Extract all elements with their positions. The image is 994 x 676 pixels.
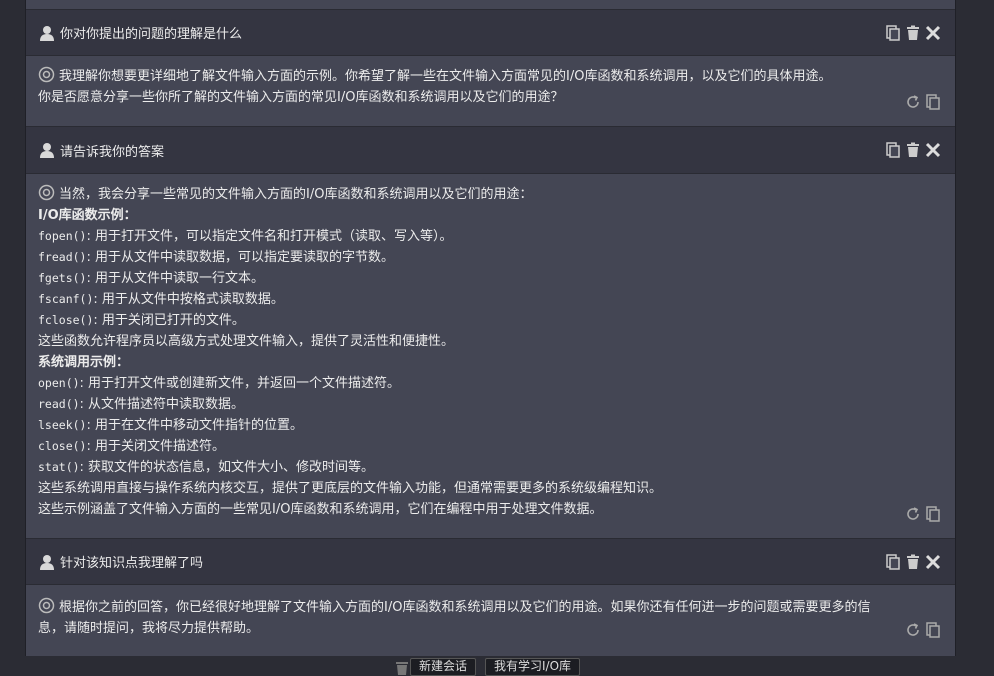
message-line: close(): 用于关闭文件描述符。	[38, 439, 225, 454]
function-name: open()	[38, 376, 80, 390]
message-line: fscanf(): 用于从文件中按格式读取数据。	[38, 292, 284, 307]
user-message-actions	[885, 553, 941, 570]
message-line: lseek(): 用于在文件中移动文件指针的位置。	[38, 418, 303, 433]
assistant-logo-icon	[38, 184, 55, 201]
message-line: 我理解你想要更详细地了解文件输入方面的示例。你希望了解一些在文件输入方面常见的I…	[38, 66, 941, 87]
assistant-message-actions	[905, 506, 941, 522]
message-line: fopen(): 用于打开文件，可以指定文件名和打开模式（读取、写入等）。	[38, 229, 453, 244]
function-name: fgets()	[38, 271, 87, 285]
assistant-logo-icon	[38, 597, 55, 614]
message-line: read(): 从文件描述符中读取数据。	[38, 397, 245, 412]
message-line: 当然，我会分享一些常见的文件输入方面的I/O库函数和系统调用以及它们的用途：	[38, 184, 941, 205]
trash-icon[interactable]	[394, 660, 410, 676]
function-name: close()	[38, 439, 87, 453]
message-line: 这些示例涵盖了文件输入方面的一些常见I/O库函数和系统调用，它们在编程中用于处理…	[38, 502, 603, 517]
copy-icon[interactable]	[885, 142, 901, 158]
previous-message-edge	[26, 0, 955, 10]
message-line: 你是否愿意分享一些你所了解的文件输入方面的常见I/O库函数和系统调用以及它们的用…	[38, 90, 564, 105]
message-line: fclose(): 用于关闭已打开的文件。	[38, 313, 245, 328]
message-line: 这些函数允许程序员以高级方式处理文件输入，提供了灵活性和便捷性。	[38, 334, 455, 349]
assistant-message-actions	[905, 94, 941, 110]
copy-icon[interactable]	[885, 24, 901, 41]
copy-icon[interactable]	[925, 94, 941, 110]
copy-icon[interactable]	[925, 622, 941, 638]
assistant-message: 我理解你想要更详细地了解文件输入方面的示例。你希望了解一些在文件输入方面常见的I…	[26, 56, 955, 127]
close-icon[interactable]	[925, 554, 941, 570]
message-line: 根据你之前的回答，你已经很好地理解了文件输入方面的I/O库函数和系统调用以及它们…	[38, 597, 941, 618]
user-message-text: 你对你提出的问题的理解是什么	[60, 27, 243, 42]
learned-button[interactable]: 我有学习I/O库	[485, 658, 581, 676]
regenerate-icon[interactable]	[905, 622, 921, 638]
message-line: open(): 用于打开文件或创建新文件，并返回一个文件描述符。	[38, 376, 401, 391]
assistant-logo-icon	[38, 66, 55, 83]
assistant-message-content: 我理解你想要更详细地了解文件输入方面的示例。你希望了解一些在文件输入方面常见的I…	[26, 56, 955, 108]
trash-icon[interactable]	[905, 142, 921, 158]
message-line: fread(): 用于从文件中读取数据，可以指定要读取的字节数。	[38, 250, 394, 265]
regenerate-icon[interactable]	[905, 94, 921, 110]
close-icon[interactable]	[925, 142, 941, 158]
chat-panel: 你对你提出的问题的理解是什么 我理解你想要更详细地了解文件输入方面的示例。你希望…	[25, 0, 956, 656]
user-message: 针对该知识点我理解了吗	[26, 539, 955, 585]
message-line: 这些系统调用直接与操作系统内核交互，提供了更底层的文件输入功能，但通常需要更多的…	[38, 481, 663, 496]
message-line: stat(): 获取文件的状态信息，如文件大小、修改时间等。	[38, 460, 375, 475]
user-message: 你对你提出的问题的理解是什么	[26, 10, 955, 56]
message-line: 息，请随时提问，我将尽力提供帮助。	[38, 621, 260, 636]
message-line: fgets(): 用于从文件中读取一行文本。	[38, 271, 264, 286]
function-name: read()	[38, 397, 80, 411]
assistant-message-content: 根据你之前的回答，你已经很好地理解了文件输入方面的I/O库函数和系统调用以及它们…	[26, 585, 955, 639]
copy-icon[interactable]	[885, 553, 901, 570]
assistant-message: 根据你之前的回答，你已经很好地理解了文件输入方面的I/O库函数和系统调用以及它们…	[26, 585, 955, 656]
regenerate-icon[interactable]	[905, 506, 921, 522]
function-name: fscanf()	[38, 292, 94, 306]
section-heading: I/O库函数示例：	[38, 208, 137, 223]
user-message-text: 请告诉我你的答案	[60, 144, 165, 160]
function-name: stat()	[38, 460, 80, 474]
assistant-message: 当然，我会分享一些常见的文件输入方面的I/O库函数和系统调用以及它们的用途： I…	[26, 174, 955, 539]
assistant-message-actions	[905, 622, 941, 638]
function-name: lseek()	[38, 418, 87, 432]
function-name: fclose()	[38, 313, 94, 327]
new-chat-button[interactable]: 新建会话	[410, 658, 477, 676]
trash-icon[interactable]	[905, 554, 921, 570]
copy-icon[interactable]	[925, 506, 941, 522]
user-avatar-icon	[40, 142, 54, 158]
close-icon[interactable]	[925, 25, 941, 41]
user-message: 请告诉我你的答案	[26, 127, 955, 174]
assistant-message-content: 当然，我会分享一些常见的文件输入方面的I/O库函数和系统调用以及它们的用途： I…	[26, 174, 955, 520]
function-name: fread()	[38, 250, 87, 264]
user-avatar-icon	[40, 25, 54, 41]
section-heading: 系统调用示例：	[38, 355, 130, 370]
user-message-text: 针对该知识点我理解了吗	[60, 556, 204, 571]
user-avatar-icon	[40, 554, 54, 570]
user-message-actions	[885, 142, 941, 158]
user-message-actions	[885, 24, 941, 41]
function-name: fopen()	[38, 229, 87, 243]
trash-icon[interactable]	[905, 25, 921, 41]
